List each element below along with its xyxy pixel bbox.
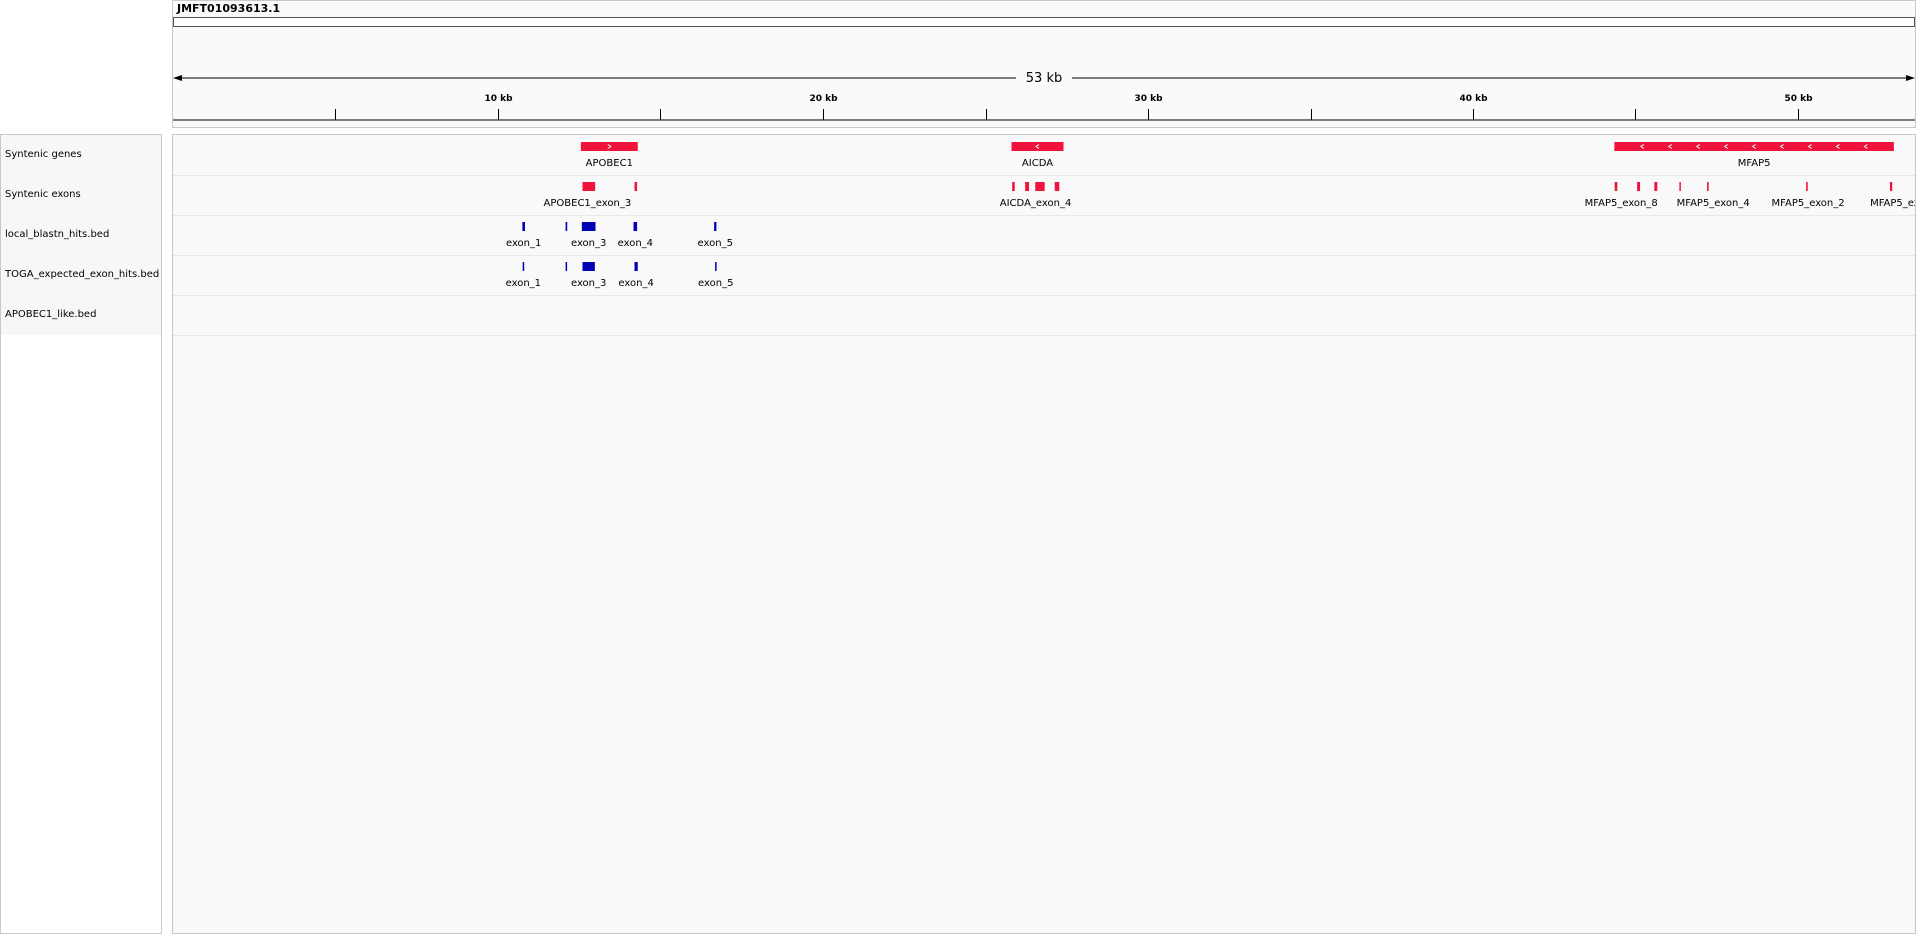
bed-hit-label: exon_5 <box>698 278 733 289</box>
bed-hit-feature <box>581 222 596 231</box>
exon-label: APOBEC1_exon_3 <box>544 198 632 209</box>
exon-label: MFAP5_exon_8 <box>1585 198 1658 209</box>
exon-feature <box>1012 182 1015 191</box>
bed-hit-label: exon_1 <box>506 238 541 249</box>
ruler-tick-label: 30 kb <box>1134 94 1163 104</box>
span-arrow-left-icon <box>173 75 182 81</box>
bed-hit-label: exon_1 <box>506 278 541 289</box>
exon-feature <box>1806 182 1808 191</box>
gene-label: AICDA <box>1022 158 1053 169</box>
bed-hit-feature <box>633 222 638 231</box>
exon-feature <box>1654 182 1658 191</box>
exon-feature <box>1679 182 1681 191</box>
gene-label: MFAP5 <box>1738 158 1771 169</box>
bed-hit-label: exon_3 <box>571 238 606 249</box>
bed-hit-label: exon_4 <box>618 238 653 249</box>
bed-hit-feature <box>582 262 595 271</box>
track-name-toga-expected-exon-hits[interactable]: TOGA_expected_exon_hits.bed <box>5 269 159 280</box>
ruler-tick-label: 20 kb <box>809 94 838 104</box>
feature-tracks[interactable]: APOBEC1 AICDA MFAP5 APOBEC1_exon_3 AICDA_exo… <box>173 135 1915 345</box>
track-name-apobec1-like[interactable]: APOBEC1_like.bed <box>5 309 96 320</box>
exon-feature <box>634 182 638 191</box>
gene-feature <box>1011 142 1064 151</box>
exon-feature <box>1035 182 1045 191</box>
locus-header: JMFT01093613.1 53 kb 10 kb 20 kb 30 kb 40 kb… <box>172 0 1916 128</box>
span-label: 53 kb <box>1026 71 1062 86</box>
bed-hit-feature <box>522 262 525 271</box>
bed-hit-feature <box>714 222 717 231</box>
bed-hit-label: exon_4 <box>618 278 653 289</box>
bed-hit-label: exon_3 <box>571 278 606 289</box>
exon-feature <box>1637 182 1641 191</box>
exon-label: MFAP5_exon_2 <box>1772 198 1845 209</box>
exon-feature <box>1025 182 1030 191</box>
ruler-tick-label: 10 kb <box>484 94 513 104</box>
gene-feature <box>1614 142 1894 151</box>
chromosome-ideogram[interactable] <box>173 17 1915 27</box>
exon-feature <box>1889 182 1893 191</box>
locus-name[interactable]: JMFT01093613.1 <box>177 2 280 15</box>
bed-hit-feature <box>565 262 568 271</box>
exon-feature <box>582 182 596 191</box>
gene-label: APOBEC1 <box>586 158 633 169</box>
exon-label: MFAP5_exon_4 <box>1677 198 1750 209</box>
bed-hit-feature <box>522 222 525 231</box>
genome-ruler[interactable]: 53 kb 10 kb 20 kb 30 kb 40 kb 50 kb <box>173 31 1915 127</box>
bed-hit-feature <box>715 262 717 271</box>
exon-feature <box>1614 182 1618 191</box>
track-name-panel: Syntenic genes Syntenic exons local_blas… <box>0 134 162 934</box>
track-name-syntenic-genes[interactable]: Syntenic genes <box>5 149 82 160</box>
bed-hit-feature <box>565 222 568 231</box>
track-data-panel[interactable]: APOBEC1 AICDA MFAP5 APOBEC1_exon_3 AICDA_exo… <box>172 134 1916 934</box>
span-arrow-right-icon <box>1906 75 1915 81</box>
ruler-tick-label: 40 kb <box>1459 94 1488 104</box>
exon-feature <box>1054 182 1060 191</box>
bed-hit-label: exon_5 <box>698 238 733 249</box>
gene-feature <box>580 142 638 151</box>
exon-label: MFAP5_exo <box>1870 198 1915 209</box>
exon-feature <box>1707 182 1709 191</box>
track-name-syntenic-exons[interactable]: Syntenic exons <box>5 189 81 200</box>
track-name-local-blastn-hits[interactable]: local_blastn_hits.bed <box>5 229 109 240</box>
ruler-tick-label: 50 kb <box>1784 94 1813 104</box>
exon-label: AICDA_exon_4 <box>1000 198 1072 209</box>
bed-hit-feature <box>634 262 638 271</box>
